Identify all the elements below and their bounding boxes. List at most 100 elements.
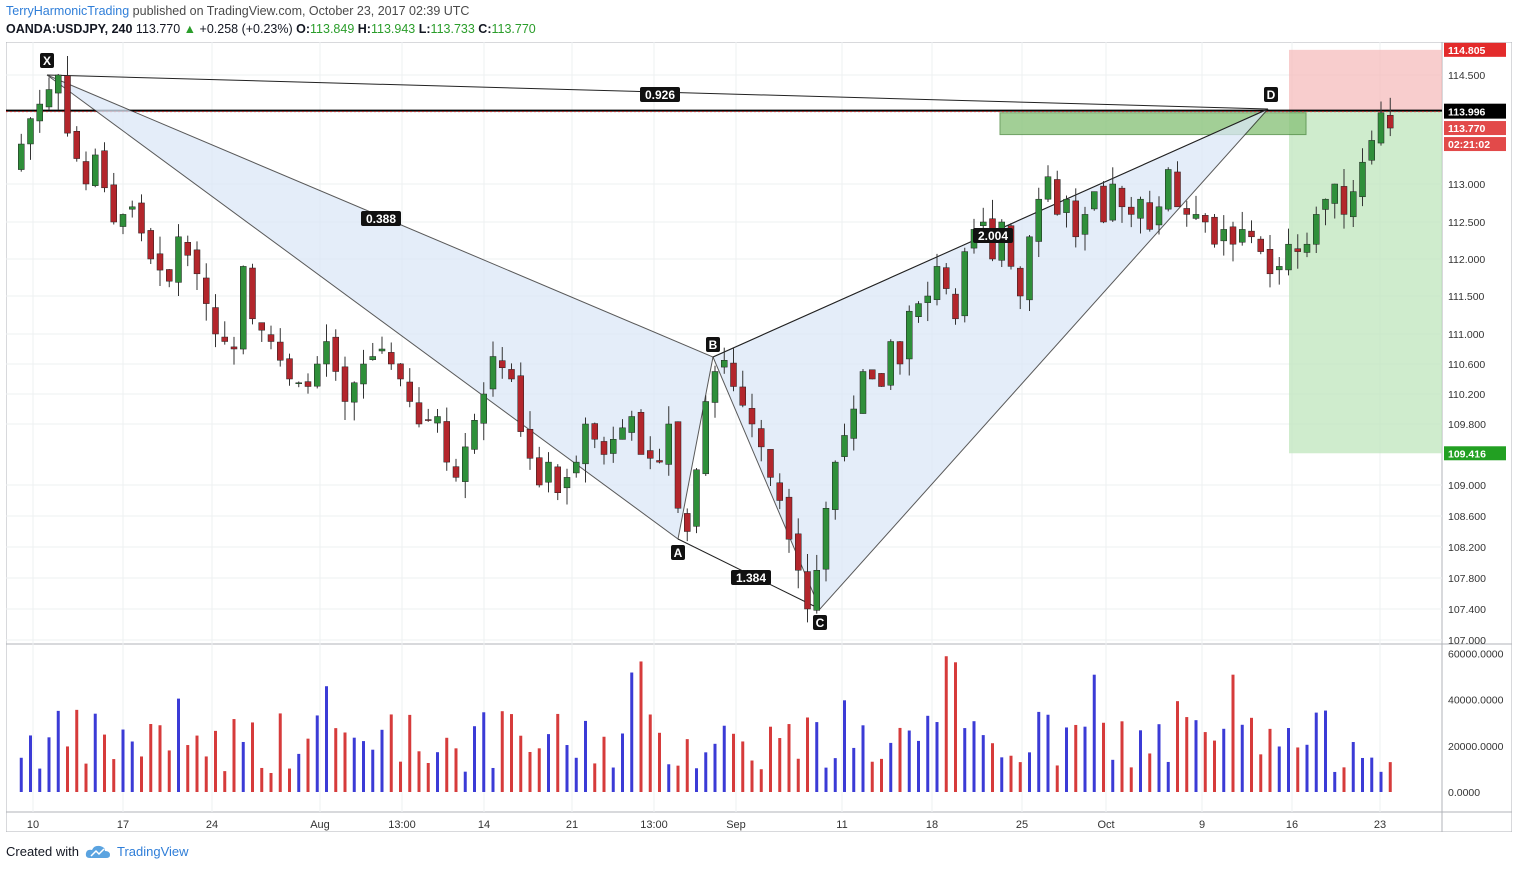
volume-bar [1231,674,1235,792]
candle-body [610,439,617,454]
volume-bar [1296,747,1300,792]
candle-body [147,230,154,260]
volume-bar [667,764,671,792]
candle-body [832,461,839,510]
time-tick-label: 13:00 [640,819,668,831]
high-label: H: [357,22,371,36]
up-arrow-icon: ▲ [183,22,197,36]
volume-bar [889,742,893,792]
volume-bar [1120,721,1124,792]
candle-body [341,366,349,402]
candle-body [1340,186,1348,215]
close-label: C: [478,22,492,36]
volume-bar [1111,759,1115,792]
candle-body [1072,200,1079,238]
volume-tick-label: 20000.0000 [1448,741,1504,753]
volume-bar [741,741,745,792]
volume-bar [695,768,698,792]
volume-bar [1185,717,1189,792]
price-tick-label: 107.800 [1448,573,1486,585]
point-label-x: X [43,54,51,68]
volume-bar [1009,755,1013,792]
price-tick-label: 114.500 [1448,70,1485,82]
volume-bar [630,672,634,792]
candle-body [684,513,691,532]
candle-body [1211,216,1218,245]
symbol-name[interactable]: OANDA:USDJPY, 240 [6,22,132,36]
close-value: 113.770 [491,22,536,36]
candle-body [1026,236,1033,301]
volume-bar [1388,762,1392,792]
candle-body [647,450,654,459]
candle-body [915,303,922,317]
volume-bar [500,711,504,792]
volume-bar [454,748,458,792]
volume-bar [944,656,948,792]
candle-body [314,363,321,387]
point-label-d: D [1267,88,1276,102]
volume-bar [103,734,106,792]
volume-bar [1287,728,1290,792]
candle-body [980,221,987,226]
candle-body [674,421,682,509]
volume-bar [1259,754,1263,792]
candle-body [193,249,201,275]
candle-body [1303,243,1311,253]
chart-canvas[interactable]: 10 17 24 Aug 13:00 14 21 13:00 Sep 11 18 25 Oct 9 16 23… [6,42,1512,832]
price-change: +0.258 (+0.23%) [199,22,293,36]
volume-bar [223,771,227,792]
candle-body [1100,185,1107,223]
last-price: 113.770 [135,22,181,36]
volume-bar [140,756,143,792]
candle-body [1322,198,1329,210]
volume-bar [297,753,301,792]
time-tick-label: 23 [1374,819,1386,831]
volume-bar [676,765,680,792]
volume-bar [343,732,347,792]
candle-body [526,428,534,459]
candle-body [721,360,728,368]
ratio-label: 2.004 [978,229,1008,243]
candle-body [406,381,413,402]
candle-body [267,334,275,342]
candle-body [933,266,941,300]
candle-body [1054,179,1061,215]
candle-body [758,428,765,448]
candle-body [129,206,136,210]
volume-bar [1342,767,1346,792]
volume-bar [352,737,356,792]
candle-body [1035,198,1042,242]
candle-body [887,341,894,386]
volume-bar [1194,720,1198,792]
candle-body [166,269,173,282]
candle-body [1331,183,1338,204]
candle-body [203,277,210,304]
time-tick-label: 14 [478,819,490,831]
tradingview-link[interactable]: TradingView [117,844,189,859]
candle-body [138,202,145,234]
volume-bar [473,726,476,792]
author-link[interactable]: TerryHarmonicTrading [6,4,129,18]
volume-bar [574,757,578,792]
volume-bar [1333,771,1337,792]
candle-body [896,341,904,365]
volume-bar [1361,757,1364,792]
volume-bar [1268,728,1272,792]
stop-loss-zone [1289,49,1442,111]
price-tick-label: 109.800 [1448,419,1486,431]
volume-bar [177,698,180,792]
candle-body [693,469,700,527]
volume-tick-label: 0.0000 [1448,787,1480,799]
price-tick-label: 110.600 [1448,359,1485,371]
price-axis-badge-text: 109.416 [1448,448,1486,460]
candle-body [517,375,524,432]
price-tick-label: 112.500 [1448,217,1485,229]
volume-bar [1351,742,1355,792]
volume-bar [556,713,560,792]
candle-body [434,416,441,424]
volume-bar [232,719,236,792]
volume-bar [769,726,772,792]
candle-body [739,386,746,406]
price-tick-label: 110.200 [1448,389,1485,401]
volume-bar [269,772,273,792]
